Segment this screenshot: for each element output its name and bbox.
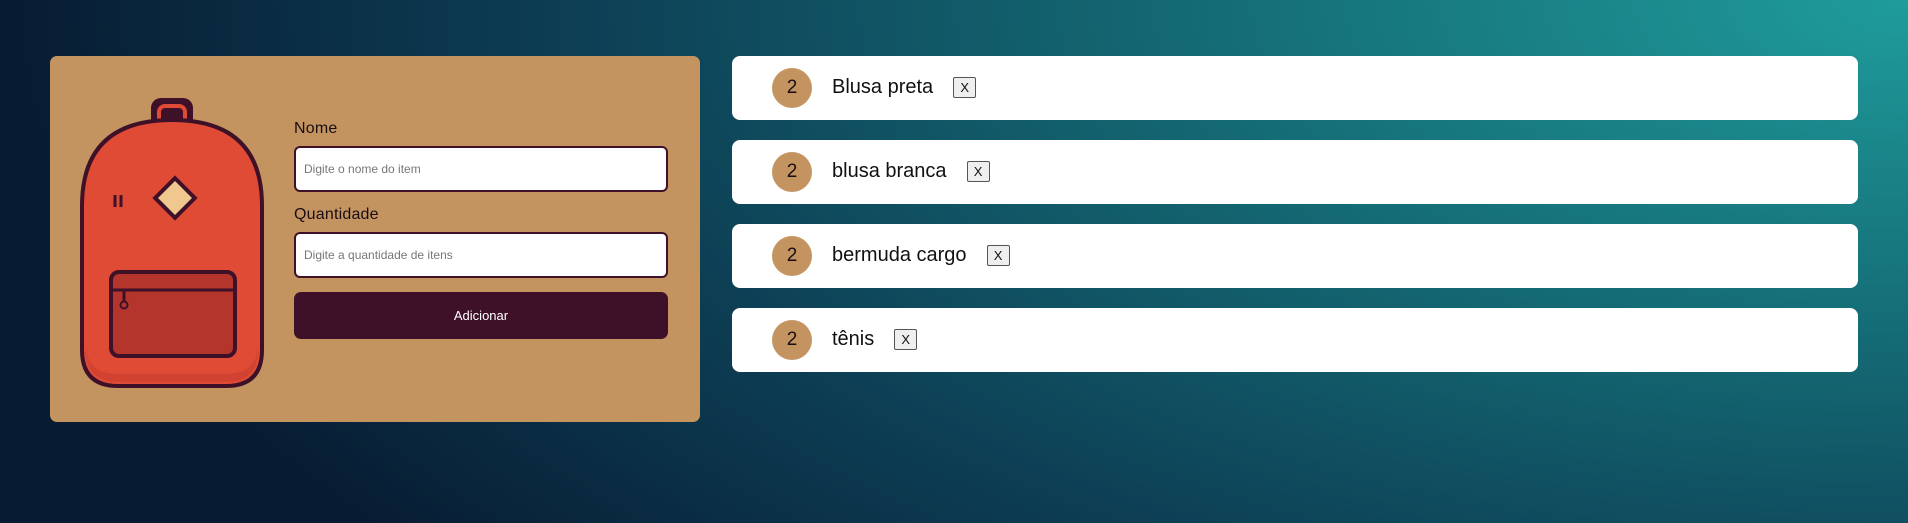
quantity-label: Quantidade xyxy=(294,206,379,223)
list-item: 2 bermuda cargo X xyxy=(732,224,1858,288)
quantity-badge: 2 xyxy=(772,152,812,192)
quantity-badge: 2 xyxy=(772,68,812,108)
add-item-form: Nome Quantidade Adicionar xyxy=(294,120,668,339)
list-item: 2 blusa branca X xyxy=(732,140,1858,204)
item-list: 2 Blusa preta X 2 blusa branca X 2 bermu… xyxy=(732,56,1858,392)
name-input[interactable] xyxy=(294,146,668,192)
item-name: blusa branca xyxy=(832,160,947,182)
item-name: bermuda cargo xyxy=(832,244,967,266)
add-button[interactable]: Adicionar xyxy=(294,292,668,339)
quantity-input[interactable] xyxy=(294,232,668,278)
list-item: 2 Blusa preta X xyxy=(732,56,1858,120)
quantity-badge: 2 xyxy=(772,320,812,360)
remove-item-button[interactable]: X xyxy=(986,245,1010,266)
backpack-icon xyxy=(80,98,264,388)
remove-item-button[interactable]: X xyxy=(894,329,918,350)
item-form-card: Nome Quantidade Adicionar xyxy=(50,56,700,422)
item-name: Blusa preta xyxy=(832,76,934,98)
list-item: 2 tênis X xyxy=(732,308,1858,372)
quantity-badge: 2 xyxy=(772,236,812,276)
remove-item-button[interactable]: X xyxy=(966,161,990,182)
remove-item-button[interactable]: X xyxy=(953,77,977,98)
name-label: Nome xyxy=(294,120,338,137)
item-name: tênis xyxy=(832,328,875,350)
